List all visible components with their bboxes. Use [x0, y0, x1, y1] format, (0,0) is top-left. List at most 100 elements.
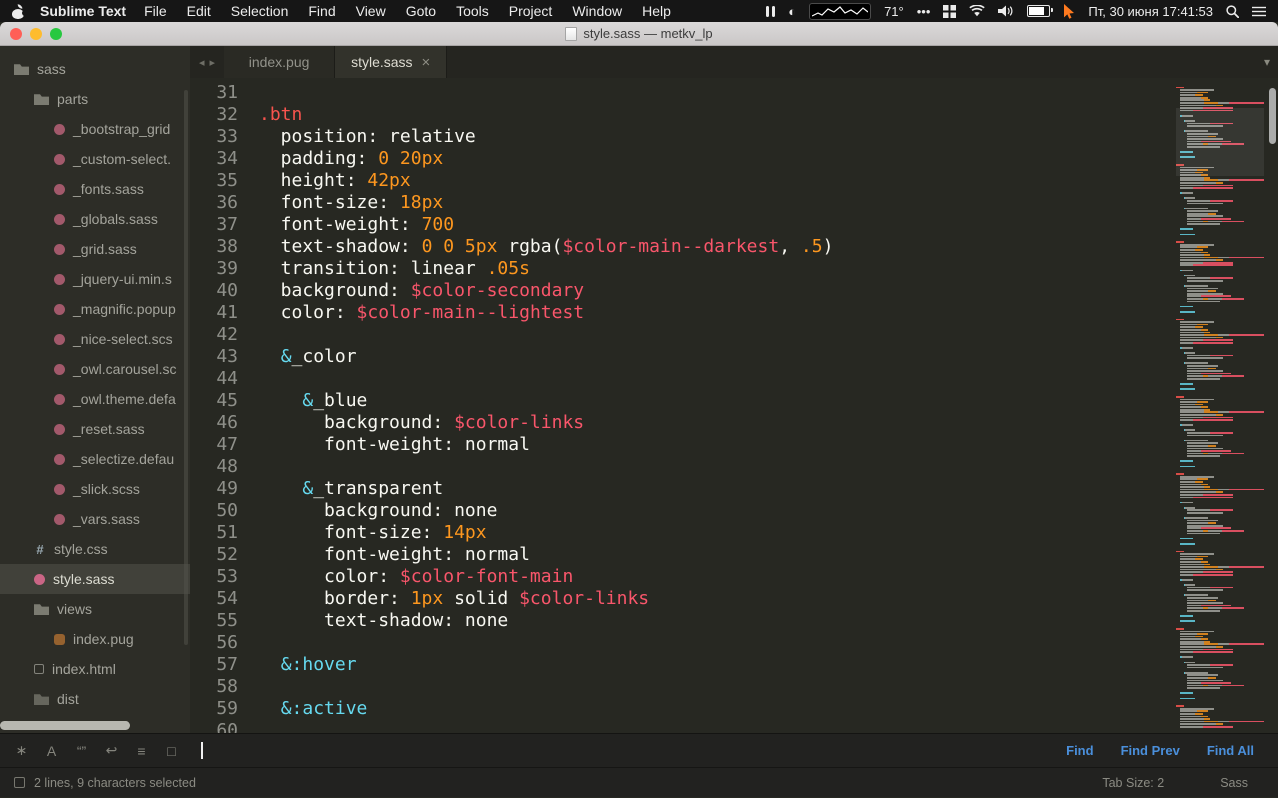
menu-file[interactable]: File [134, 3, 177, 19]
sidebar-item-bootstrap-grid[interactable]: _bootstrap_grid [0, 114, 190, 144]
sidebar-item-selectize-defau[interactable]: _selectize.defau [0, 444, 190, 474]
line-number[interactable]: 35 [190, 170, 238, 192]
find-input[interactable] [196, 739, 1066, 763]
line-number[interactable]: 57 [190, 654, 238, 676]
sidebar-vertical-scrollbar[interactable] [184, 90, 188, 645]
tab-index-pug[interactable]: index.pug [224, 46, 336, 78]
line-number[interactable]: 32 [190, 104, 238, 126]
input-source-icon[interactable] [766, 5, 776, 18]
line-number[interactable]: 58 [190, 676, 238, 698]
line-number[interactable]: 52 [190, 544, 238, 566]
line-number[interactable]: 55 [190, 610, 238, 632]
apple-icon[interactable] [12, 3, 28, 19]
battery-icon[interactable] [1027, 5, 1054, 17]
line-number[interactable]: 34 [190, 148, 238, 170]
code-line[interactable]: 36 font-size: 18px [190, 192, 1278, 214]
tab-style-sass[interactable]: style.sass × [335, 46, 448, 78]
sidebar-item-grid-sass[interactable]: _grid.sass [0, 234, 190, 264]
sidebar-item-globals-sass[interactable]: _globals.sass [0, 204, 190, 234]
sidebar-item-sass[interactable]: sass [0, 54, 190, 84]
code-line[interactable]: 47 font-weight: normal [190, 434, 1278, 456]
code-line[interactable]: 37 font-weight: 700 [190, 214, 1278, 236]
code-line[interactable]: 32 .btn [190, 104, 1278, 126]
whole-word-icon[interactable]: “” [70, 743, 93, 759]
line-number[interactable]: 47 [190, 434, 238, 456]
minimap[interactable] [1176, 84, 1264, 729]
sidebar-item-style-sass[interactable]: style.sass [0, 564, 190, 594]
menu-selection[interactable]: Selection [221, 3, 299, 19]
line-number[interactable]: 33 [190, 126, 238, 148]
grid-icon[interactable] [943, 4, 957, 18]
line-number[interactable]: 37 [190, 214, 238, 236]
menu-find[interactable]: Find [298, 3, 345, 19]
sidebar-item-magnific-popup[interactable]: _magnific.popup [0, 294, 190, 324]
code-line[interactable]: 52 font-weight: normal [190, 544, 1278, 566]
menu-view[interactable]: View [346, 3, 396, 19]
menu-bar-clock[interactable]: Пт, 30 июня 17:41:53 [1088, 4, 1213, 19]
in-selection-icon[interactable]: ≡ [130, 743, 153, 759]
find-all-button[interactable]: Find All [1207, 743, 1254, 758]
sidebar-item-nice-select-scs[interactable]: _nice-select.scs [0, 324, 190, 354]
find-prev-button[interactable]: Find Prev [1121, 743, 1180, 758]
menu-help[interactable]: Help [632, 3, 681, 19]
code-line[interactable]: 56 [190, 632, 1278, 654]
menu-tools[interactable]: Tools [446, 3, 499, 19]
code-line[interactable]: 59 &:active [190, 698, 1278, 720]
tab-close-icon[interactable]: × [422, 55, 431, 70]
minimize-window-button[interactable] [30, 28, 42, 40]
tab-size-status[interactable]: Tab Size: 2 [1102, 776, 1164, 790]
line-number[interactable]: 41 [190, 302, 238, 324]
line-number[interactable]: 31 [190, 82, 238, 104]
syntax-status[interactable]: Sass [1220, 776, 1248, 790]
sidebar-item-jquery-ui-min-s[interactable]: _jquery-ui.min.s [0, 264, 190, 294]
code-line[interactable]: 38 text-shadow: 0 0 5px rgba($color-main… [190, 236, 1278, 258]
line-number[interactable]: 46 [190, 412, 238, 434]
code-line[interactable]: 54 border: 1px solid $color-links [190, 588, 1278, 610]
dots-status[interactable]: ••• [917, 4, 931, 19]
sidebar-item-slick-scss[interactable]: _slick.scss [0, 474, 190, 504]
line-number[interactable]: 53 [190, 566, 238, 588]
sidebar-item-parts[interactable]: parts [0, 84, 190, 114]
sidebar-item-owl-theme-defa[interactable]: _owl.theme.defa [0, 384, 190, 414]
line-number[interactable]: 49 [190, 478, 238, 500]
menu-goto[interactable]: Goto [396, 3, 446, 19]
line-number[interactable]: 39 [190, 258, 238, 280]
notification-center-icon[interactable] [1252, 6, 1266, 17]
find-button[interactable]: Find [1066, 743, 1093, 758]
code-line[interactable]: 50 background: none [190, 500, 1278, 522]
code-line[interactable]: 48 [190, 456, 1278, 478]
line-number[interactable]: 38 [190, 236, 238, 258]
line-number[interactable]: 48 [190, 456, 238, 478]
menu-app-name[interactable]: Sublime Text [40, 3, 126, 19]
line-number[interactable]: 44 [190, 368, 238, 390]
code-line[interactable]: 42 [190, 324, 1278, 346]
code-line[interactable]: 35 height: 42px [190, 170, 1278, 192]
wifi-icon[interactable] [969, 5, 986, 17]
code-line[interactable]: 55 text-shadow: none [190, 610, 1278, 632]
line-number[interactable]: 42 [190, 324, 238, 346]
wrap-icon[interactable]: ↩ [100, 742, 123, 759]
highlight-matches-icon[interactable]: □ [160, 743, 183, 759]
pointer-icon[interactable] [1063, 3, 1075, 19]
close-window-button[interactable] [10, 28, 22, 40]
editor-scrollbar-track[interactable] [1267, 78, 1278, 733]
line-number[interactable]: 36 [190, 192, 238, 214]
line-number[interactable]: 51 [190, 522, 238, 544]
code-line[interactable]: 51 font-size: 14px [190, 522, 1278, 544]
code-line[interactable]: 44 [190, 368, 1278, 390]
code-line[interactable]: 41 color: $color-main--lightest [190, 302, 1278, 324]
sidebar-item-reset-sass[interactable]: _reset.sass [0, 414, 190, 444]
sidebar-item-index-pug[interactable]: index.pug [0, 624, 190, 654]
code-line[interactable]: 60 [190, 720, 1278, 733]
code-line[interactable]: 58 [190, 676, 1278, 698]
sidebar-item-fonts-sass[interactable]: _fonts.sass [0, 174, 190, 204]
code-line[interactable]: 33 position: relative [190, 126, 1278, 148]
zoom-window-button[interactable] [50, 28, 62, 40]
tab-scroll-left-icon[interactable]: ◂ [199, 56, 205, 69]
code-line[interactable]: 49 &_transparent [190, 478, 1278, 500]
code-line[interactable]: 43 &_color [190, 346, 1278, 368]
line-number[interactable]: 56 [190, 632, 238, 654]
code-line[interactable]: 53 color: $color-font-main [190, 566, 1278, 588]
tab-scroll-right-icon[interactable]: ▸ [210, 56, 216, 69]
code-line[interactable]: 39 transition: linear .05s [190, 258, 1278, 280]
